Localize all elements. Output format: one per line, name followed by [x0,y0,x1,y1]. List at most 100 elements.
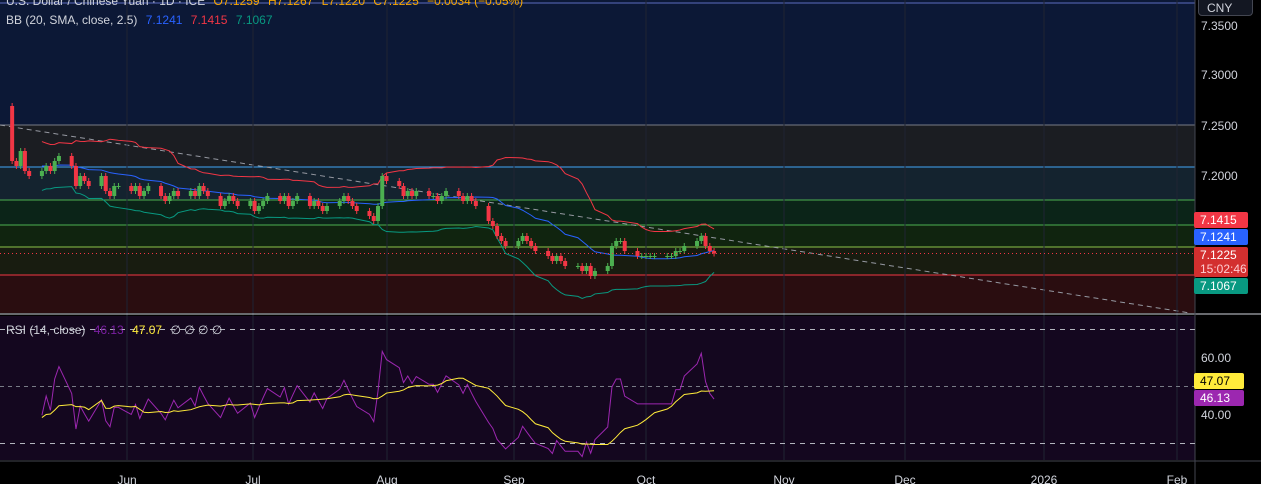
candle-body [142,191,147,196]
candle-body [703,236,708,246]
ohlc-low: L7.1220 [321,0,366,8]
candle-body [678,251,683,252]
candle-body [503,241,508,246]
candle-body [410,191,415,196]
candle-body [193,191,198,196]
candle-body [39,171,44,176]
candle-body [112,186,117,196]
candle-body [265,196,270,201]
candle-body [86,181,91,186]
candle-body [337,201,342,206]
rsi-pane-bg [0,316,1195,460]
rsi-ma-value: 47.07 [132,323,163,337]
candle-body [69,156,74,166]
candle-body [159,186,164,196]
rsi-value: 46.13 [93,323,124,337]
candle-body [107,191,112,196]
ohlc-open: O7.1259 [213,0,260,8]
candle-body [695,241,700,246]
candle-body [320,206,325,211]
candle-body [22,151,27,171]
bb-upper-tag: 7.1415 [1194,212,1248,228]
rsi-legend[interactable]: RSI (14, close) 46.13 47.07 ∅ ∅ ∅ ∅ [6,323,227,337]
candle-body [554,256,559,261]
candle-body [278,196,283,201]
candle-body [99,176,104,186]
time-axis-label: Feb [1167,473,1188,484]
candle-body [354,206,359,211]
candle-body [252,201,257,211]
candle-body [27,171,32,176]
candle-body [171,191,176,196]
bb-lower-tag: 7.1067 [1194,278,1248,294]
candle-body [312,201,317,206]
price-axis-label: 7.2500 [1201,119,1238,133]
candle-body [427,191,432,196]
rsi-axis-label: 60.00 [1201,351,1232,365]
candle-body [648,256,653,257]
time-axis-label: Aug [376,473,397,484]
candle-body [222,201,227,206]
candle-body [707,246,712,251]
candle-body [575,266,580,267]
candle-body [375,206,380,221]
candle-body [609,246,614,266]
candle-body [346,196,351,201]
candle-body [486,206,491,221]
candle-body [129,186,134,191]
candle-body [316,201,321,206]
rsi-label: RSI (14, close) [6,323,86,337]
time-axis-label: Oct [637,473,656,484]
candle-body [324,206,329,211]
candle-body [218,196,223,206]
candle-body [290,201,295,206]
candle-body [231,196,236,201]
candle-body [473,201,478,206]
candle-body [461,196,466,201]
symbol-title: U.S. Dollar / Chinese Yuan · 1D · ICE [6,0,206,8]
time-axis-label: 2026 [1031,473,1058,484]
candle-body [201,186,206,191]
ohlc-high: H7.1267 [267,0,314,8]
candle-body [341,196,346,201]
currency-button[interactable]: CNY [1198,0,1253,16]
candle-body [116,186,121,187]
rsi-axis-label: 40.00 [1201,408,1232,422]
candle-body [286,196,291,206]
candle-body [665,256,670,257]
candle-body [669,256,674,257]
candle-body [52,161,57,171]
bb-legend[interactable]: BB (20, SMA, close, 2.5) 7.1241 7.1415 7… [6,13,278,27]
candle-body [580,266,585,271]
price-axis-label: 7.2000 [1201,169,1238,183]
candle-body [146,186,151,191]
candle-body [431,196,436,197]
candle-body [469,196,474,201]
candle-body [48,166,53,171]
candle-body [367,211,372,216]
candle-body [614,241,619,246]
candle-body [248,201,253,206]
candle-body [639,256,644,257]
candle-body [133,186,138,191]
candle-body [307,196,312,206]
bb-lower-value: 7.1067 [235,13,273,27]
price-axis-label: 7.3500 [1201,19,1238,33]
candle-body [622,241,627,251]
candle-body [78,176,83,186]
candle-body [73,166,78,186]
rsi-extra-values: ∅ ∅ ∅ ∅ [170,323,223,337]
candle-body [401,186,406,196]
candle-body [397,181,402,186]
candle-body [56,156,61,161]
rsi-tag: 46.13 [1194,390,1244,406]
candle-body [435,196,440,201]
chart-canvas[interactable]: Jun Jul Aug Sep Oct Nov Dec 2026 Feb [0,0,1261,484]
candle-body [103,176,108,191]
candle-body [499,236,504,241]
candle-body [465,196,470,201]
candle-body [652,256,657,257]
bar-countdown: 15:02:46 [1200,262,1247,276]
chart-container[interactable]: Jun Jul Aug Sep Oct Nov Dec 2026 Feb U.S. Dollar… [0,0,1261,484]
candle-body [163,196,168,201]
